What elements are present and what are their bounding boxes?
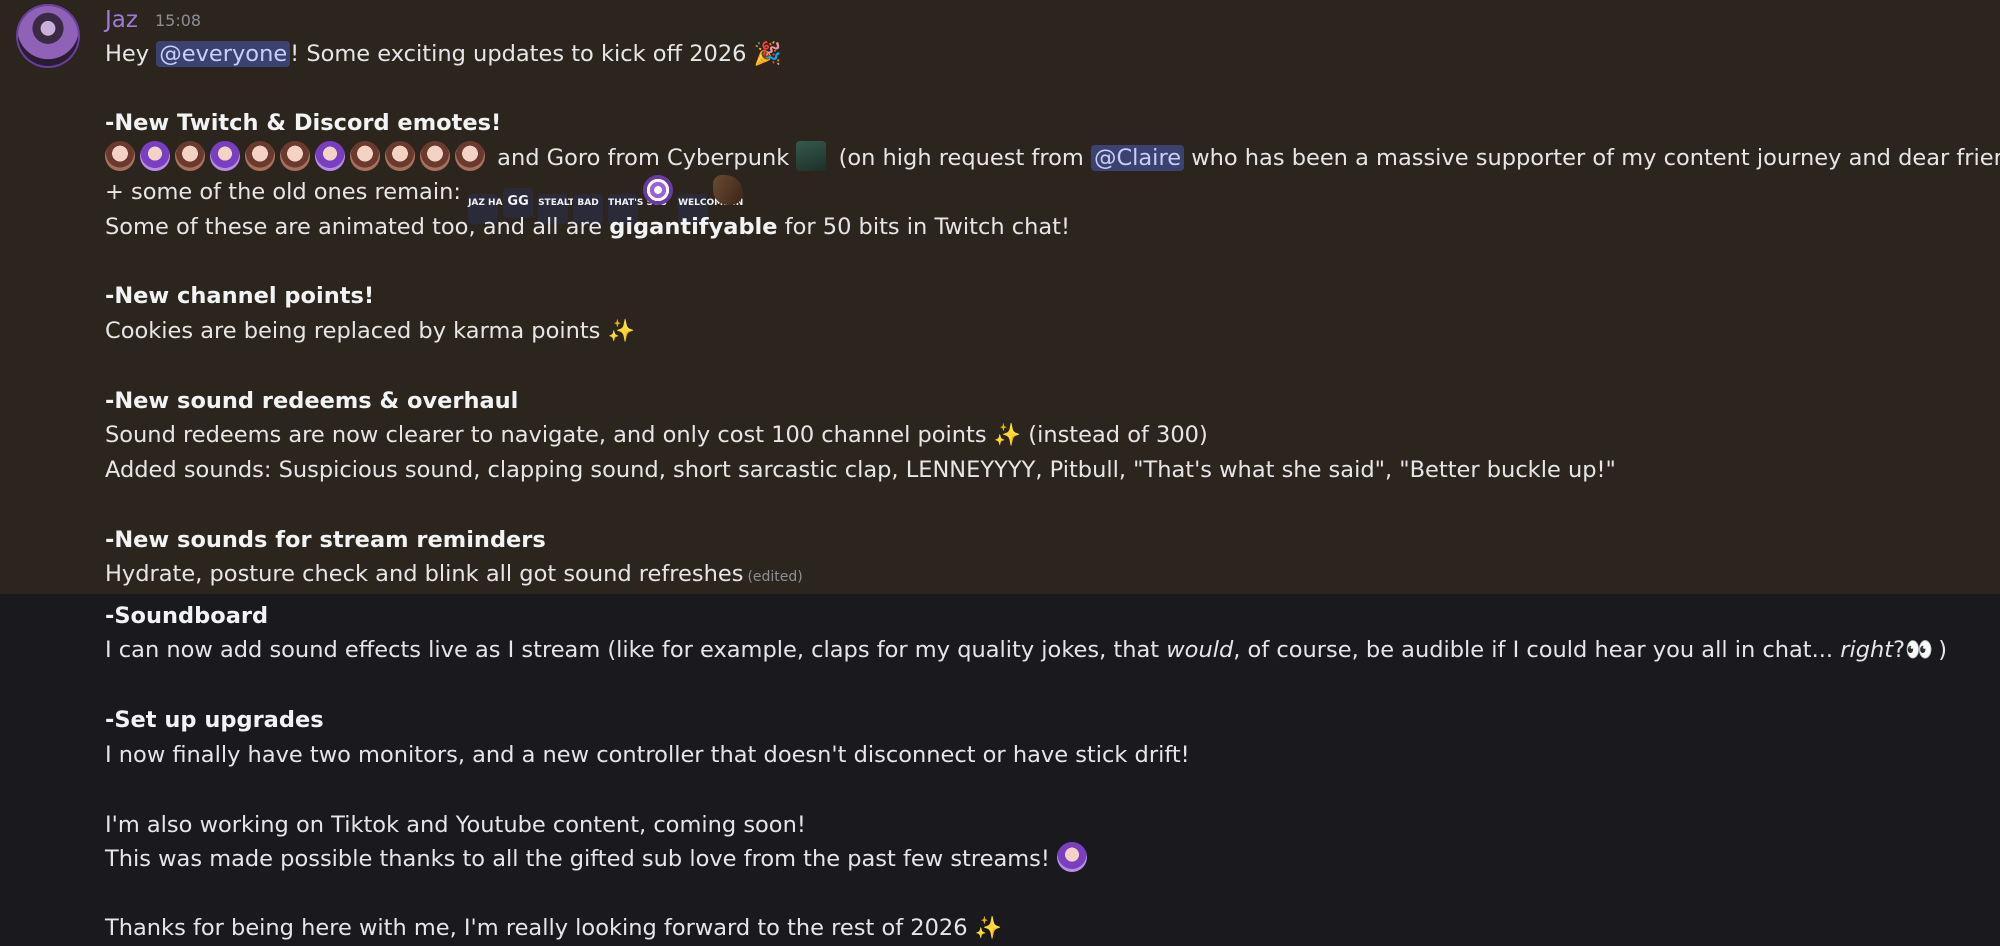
text: (instead of 300)	[1021, 422, 1208, 448]
timestamp[interactable]: 15:08	[155, 9, 201, 33]
text: and Goro from Cyberpunk	[490, 145, 790, 171]
sparkles-icon: ✨	[607, 319, 635, 344]
eyes-icon: 👀	[1905, 637, 1933, 663]
text: ?	[1893, 637, 1906, 663]
text: )	[1931, 637, 1948, 663]
text: Thanks for being here with me, I'm reall…	[105, 915, 968, 941]
message-line: Added sounds: Suspicious sound, clapping…	[105, 457, 1616, 483]
emote-icon[interactable]	[713, 175, 744, 205]
emote-icon[interactable]	[245, 141, 275, 171]
goro-emote-icon[interactable]	[796, 141, 827, 171]
section-heading-emotes: -New Twitch & Discord emotes!	[105, 110, 502, 136]
text: This was made possible thanks to all the…	[105, 846, 1050, 872]
swirl-emote-icon[interactable]	[643, 175, 674, 205]
message-line: Some of these are animated too, and all …	[105, 210, 1070, 244]
message-line: + some of the old ones remain: JAZ HANDS…	[105, 175, 748, 224]
text: Hydrate, posture check and blink all got…	[105, 561, 744, 587]
author-name[interactable]: Jaz	[105, 4, 138, 36]
text: ! Some exciting updates to kick off 2026	[290, 41, 747, 67]
message-line: Hey @everyone! Some exciting updates to …	[105, 37, 782, 71]
sparkles-icon: ✨	[993, 423, 1022, 448]
emote-icon[interactable]	[1057, 842, 1088, 872]
text: , of course, be audible if I could hear …	[1233, 637, 1841, 663]
message-line: Thanks for being here with me, I'm reall…	[105, 911, 1002, 945]
italic-text: right	[1840, 637, 1894, 663]
text: Cookies are being replaced by karma poin…	[105, 318, 601, 344]
emote-icon[interactable]	[280, 141, 310, 171]
message-line: I can now add sound effects live as I st…	[105, 633, 1947, 667]
emote-icon[interactable]	[350, 141, 380, 171]
message-line: Sound redeems are now clearer to navigat…	[105, 418, 1208, 452]
text: (on high request from	[831, 145, 1091, 171]
bold-text: gigantifyable	[609, 214, 778, 240]
text: for 50 bits in Twitch chat!	[777, 214, 1070, 240]
emote-icon[interactable]	[420, 141, 450, 171]
text: Sound redeems are now clearer to navigat…	[105, 422, 987, 448]
message-line: I'm also working on Tiktok and Youtube c…	[105, 812, 806, 838]
message-line: This was made possible thanks to all the…	[105, 842, 1092, 876]
emote-icon[interactable]	[455, 141, 485, 171]
sparkles-icon: ✨	[974, 916, 1003, 941]
text: Some of these are animated too, and all …	[105, 214, 610, 240]
emote-icon[interactable]	[210, 141, 240, 171]
section-heading-soundboard: -Soundboard	[105, 603, 269, 629]
message-line: Hydrate, posture check and blink all got…	[105, 557, 803, 591]
text: Hey	[105, 41, 157, 67]
section-heading-channel-points: -New channel points!	[105, 283, 375, 309]
mention-everyone[interactable]: @everyone	[156, 41, 291, 67]
emote-icon[interactable]	[175, 141, 205, 171]
edited-label: (edited)	[747, 569, 803, 585]
text: who has been a massive supporter of my c…	[1184, 145, 2000, 171]
message-line: and Goro from Cyberpunk (on high request…	[105, 141, 2000, 175]
emote-icon[interactable]	[105, 141, 135, 171]
section-heading-stream-reminders: -New sounds for stream reminders	[105, 527, 546, 553]
party-popper-icon: 🎉	[753, 41, 782, 67]
emote-icon[interactable]	[315, 141, 345, 171]
section-heading-setup: -Set up upgrades	[105, 707, 324, 733]
text: I can now add sound effects live as I st…	[105, 637, 1167, 663]
emote-icon[interactable]	[140, 141, 170, 171]
text: + some of the old ones remain:	[105, 179, 469, 205]
emote-icon[interactable]	[385, 141, 415, 171]
italic-text: would	[1166, 637, 1234, 663]
mention-claire[interactable]: @Claire	[1090, 145, 1185, 171]
message-line: I now finally have two monitors, and a n…	[105, 742, 1190, 768]
avatar[interactable]	[16, 4, 80, 68]
message-line: Cookies are being replaced by karma poin…	[105, 314, 635, 348]
section-heading-sound-redeems: -New sound redeems & overhaul	[105, 388, 519, 414]
